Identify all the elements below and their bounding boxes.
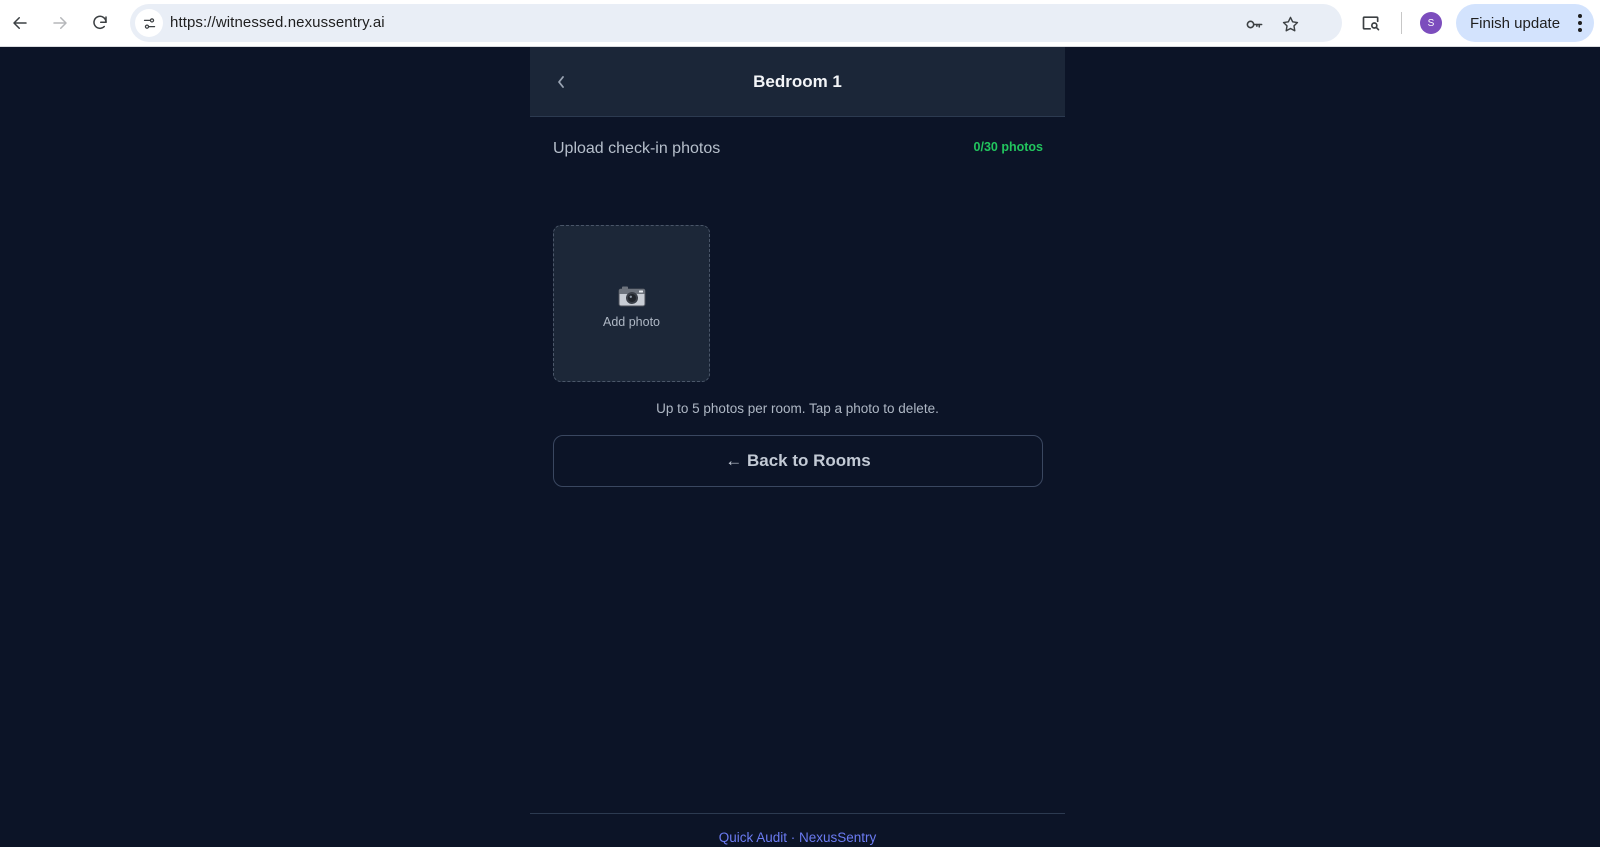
footer-link-nexussentry[interactable]: NexusSentry — [799, 830, 876, 845]
upload-section-label: Upload check-in photos — [553, 140, 721, 157]
camera-icon — [618, 286, 645, 306]
photo-hint-text: Up to 5 photos per room. Tap a photo to … — [656, 401, 939, 416]
password-key-button[interactable] — [1243, 13, 1265, 35]
arrow-left-icon — [13, 17, 27, 29]
photo-count-badge: 0/30 photos — [973, 140, 1043, 154]
bookmark-star-button[interactable] — [1279, 13, 1301, 35]
star-icon — [1282, 16, 1298, 31]
back-to-rooms-button[interactable]: ← Back to Rooms — [553, 435, 1043, 487]
footer-separator: · — [790, 830, 796, 845]
arrow-right-icon — [53, 17, 67, 29]
more-vert-icon — [1578, 14, 1582, 32]
site-info-button[interactable] — [135, 9, 163, 37]
browser-toolbar: https://witnessed.nexussentry.ai S Finis… — [0, 0, 1600, 47]
tune-icon — [143, 17, 155, 29]
page: Bedroom 1 Upload check-in photos 0/30 ph… — [0, 47, 1600, 847]
footer-divider — [530, 813, 1065, 814]
tab-search-button[interactable] — [1359, 11, 1383, 35]
app-container: Bedroom 1 Upload check-in photos 0/30 ph… — [530, 47, 1065, 847]
tab-search-icon — [1362, 16, 1380, 31]
profile-avatar[interactable]: S — [1420, 12, 1442, 34]
browser-reload-button[interactable] — [87, 10, 113, 36]
page-title: Bedroom 1 — [753, 72, 842, 91]
footer-link-quick-audit[interactable]: Quick Audit — [719, 830, 787, 845]
add-photo-button[interactable]: Add photo — [553, 225, 710, 382]
browser-back-button[interactable] — [7, 10, 33, 36]
toolbar-divider — [1401, 12, 1402, 34]
finish-update-label: Finish update — [1470, 14, 1561, 32]
add-photo-label: Add photo — [603, 314, 660, 329]
key-icon — [1246, 20, 1262, 28]
app-header: Bedroom 1 — [530, 47, 1065, 117]
address-bar[interactable]: https://witnessed.nexussentry.ai — [130, 4, 1342, 42]
reload-icon — [93, 15, 107, 30]
finish-update-button[interactable]: Finish update — [1456, 4, 1594, 42]
url-text[interactable]: https://witnessed.nexussentry.ai — [170, 14, 385, 31]
footer: Quick Audit · NexusSentry — [530, 830, 1065, 845]
browser-forward-button[interactable] — [47, 10, 73, 36]
